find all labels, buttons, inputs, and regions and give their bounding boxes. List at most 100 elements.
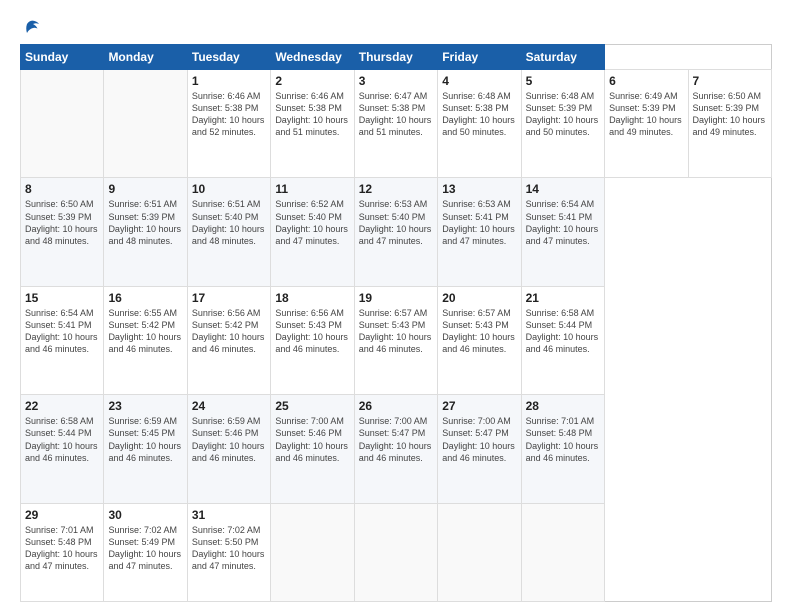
day-header-monday: Monday — [104, 45, 187, 70]
day-detail: Sunrise: 6:56 AMSunset: 5:42 PMDaylight:… — [192, 308, 265, 354]
calendar-cell: 29 Sunrise: 7:01 AMSunset: 5:48 PMDaylig… — [21, 503, 104, 601]
day-number: 19 — [359, 291, 433, 305]
day-number: 22 — [25, 399, 99, 413]
day-number: 20 — [442, 291, 516, 305]
day-number: 11 — [275, 182, 349, 196]
day-detail: Sunrise: 6:57 AMSunset: 5:43 PMDaylight:… — [442, 308, 515, 354]
day-number: 29 — [25, 508, 99, 522]
day-number: 4 — [442, 74, 516, 88]
day-detail: Sunrise: 6:54 AMSunset: 5:41 PMDaylight:… — [25, 308, 98, 354]
calendar-cell — [438, 503, 521, 601]
calendar-cell: 20 Sunrise: 6:57 AMSunset: 5:43 PMDaylig… — [438, 286, 521, 394]
day-detail: Sunrise: 6:55 AMSunset: 5:42 PMDaylight:… — [108, 308, 181, 354]
calendar-cell: 6 Sunrise: 6:49 AMSunset: 5:39 PMDayligh… — [605, 70, 688, 178]
calendar-cell: 1 Sunrise: 6:46 AMSunset: 5:38 PMDayligh… — [187, 70, 270, 178]
day-number: 12 — [359, 182, 433, 196]
calendar-cell — [104, 70, 187, 178]
day-detail: Sunrise: 6:48 AMSunset: 5:39 PMDaylight:… — [526, 91, 599, 137]
logo — [20, 18, 44, 36]
day-header-wednesday: Wednesday — [271, 45, 354, 70]
day-header-friday: Friday — [438, 45, 521, 70]
calendar-cell — [271, 503, 354, 601]
calendar-table: SundayMondayTuesdayWednesdayThursdayFrid… — [20, 44, 772, 602]
day-header-sunday: Sunday — [21, 45, 104, 70]
day-number: 31 — [192, 508, 266, 522]
day-detail: Sunrise: 6:51 AMSunset: 5:39 PMDaylight:… — [108, 199, 181, 245]
day-number: 7 — [693, 74, 768, 88]
day-number: 6 — [609, 74, 683, 88]
calendar-cell: 12 Sunrise: 6:53 AMSunset: 5:40 PMDaylig… — [354, 178, 437, 286]
day-detail: Sunrise: 6:53 AMSunset: 5:40 PMDaylight:… — [359, 199, 432, 245]
day-detail: Sunrise: 6:48 AMSunset: 5:38 PMDaylight:… — [442, 91, 515, 137]
calendar-cell: 28 Sunrise: 7:01 AMSunset: 5:48 PMDaylig… — [521, 395, 604, 503]
calendar-cell: 19 Sunrise: 6:57 AMSunset: 5:43 PMDaylig… — [354, 286, 437, 394]
calendar-week-row: 29 Sunrise: 7:01 AMSunset: 5:48 PMDaylig… — [21, 503, 772, 601]
day-number: 5 — [526, 74, 600, 88]
day-detail: Sunrise: 7:00 AMSunset: 5:46 PMDaylight:… — [275, 416, 348, 462]
day-number: 14 — [526, 182, 600, 196]
calendar-cell: 22 Sunrise: 6:58 AMSunset: 5:44 PMDaylig… — [21, 395, 104, 503]
day-detail: Sunrise: 6:58 AMSunset: 5:44 PMDaylight:… — [25, 416, 98, 462]
day-detail: Sunrise: 6:52 AMSunset: 5:40 PMDaylight:… — [275, 199, 348, 245]
day-detail: Sunrise: 6:58 AMSunset: 5:44 PMDaylight:… — [526, 308, 599, 354]
calendar-cell: 11 Sunrise: 6:52 AMSunset: 5:40 PMDaylig… — [271, 178, 354, 286]
day-number: 17 — [192, 291, 266, 305]
day-detail: Sunrise: 6:47 AMSunset: 5:38 PMDaylight:… — [359, 91, 432, 137]
day-detail: Sunrise: 6:49 AMSunset: 5:39 PMDaylight:… — [609, 91, 682, 137]
calendar-week-row: 22 Sunrise: 6:58 AMSunset: 5:44 PMDaylig… — [21, 395, 772, 503]
day-detail: Sunrise: 6:57 AMSunset: 5:43 PMDaylight:… — [359, 308, 432, 354]
calendar-cell: 16 Sunrise: 6:55 AMSunset: 5:42 PMDaylig… — [104, 286, 187, 394]
day-number: 27 — [442, 399, 516, 413]
calendar-cell: 31 Sunrise: 7:02 AMSunset: 5:50 PMDaylig… — [187, 503, 270, 601]
logo-bird-icon — [24, 18, 42, 36]
day-detail: Sunrise: 6:50 AMSunset: 5:39 PMDaylight:… — [25, 199, 98, 245]
calendar-cell: 26 Sunrise: 7:00 AMSunset: 5:47 PMDaylig… — [354, 395, 437, 503]
calendar-cell: 24 Sunrise: 6:59 AMSunset: 5:46 PMDaylig… — [187, 395, 270, 503]
day-header-saturday: Saturday — [521, 45, 604, 70]
calendar-cell: 3 Sunrise: 6:47 AMSunset: 5:38 PMDayligh… — [354, 70, 437, 178]
day-detail: Sunrise: 7:01 AMSunset: 5:48 PMDaylight:… — [526, 416, 599, 462]
calendar-cell — [354, 503, 437, 601]
calendar-week-row: 8 Sunrise: 6:50 AMSunset: 5:39 PMDayligh… — [21, 178, 772, 286]
day-detail: Sunrise: 6:56 AMSunset: 5:43 PMDaylight:… — [275, 308, 348, 354]
day-detail: Sunrise: 6:51 AMSunset: 5:40 PMDaylight:… — [192, 199, 265, 245]
calendar-cell: 14 Sunrise: 6:54 AMSunset: 5:41 PMDaylig… — [521, 178, 604, 286]
day-number: 25 — [275, 399, 349, 413]
day-number: 13 — [442, 182, 516, 196]
header — [20, 18, 772, 36]
page: SundayMondayTuesdayWednesdayThursdayFrid… — [0, 0, 792, 612]
calendar-cell: 23 Sunrise: 6:59 AMSunset: 5:45 PMDaylig… — [104, 395, 187, 503]
calendar-cell: 15 Sunrise: 6:54 AMSunset: 5:41 PMDaylig… — [21, 286, 104, 394]
calendar-cell: 10 Sunrise: 6:51 AMSunset: 5:40 PMDaylig… — [187, 178, 270, 286]
day-number: 8 — [25, 182, 99, 196]
calendar-week-row: 15 Sunrise: 6:54 AMSunset: 5:41 PMDaylig… — [21, 286, 772, 394]
day-number: 28 — [526, 399, 600, 413]
day-detail: Sunrise: 7:02 AMSunset: 5:50 PMDaylight:… — [192, 525, 265, 571]
calendar-cell: 7 Sunrise: 6:50 AMSunset: 5:39 PMDayligh… — [688, 70, 772, 178]
calendar-week-row: 1 Sunrise: 6:46 AMSunset: 5:38 PMDayligh… — [21, 70, 772, 178]
calendar-cell: 30 Sunrise: 7:02 AMSunset: 5:49 PMDaylig… — [104, 503, 187, 601]
day-detail: Sunrise: 6:53 AMSunset: 5:41 PMDaylight:… — [442, 199, 515, 245]
calendar-cell — [21, 70, 104, 178]
day-number: 2 — [275, 74, 349, 88]
calendar-cell: 8 Sunrise: 6:50 AMSunset: 5:39 PMDayligh… — [21, 178, 104, 286]
day-detail: Sunrise: 7:01 AMSunset: 5:48 PMDaylight:… — [25, 525, 98, 571]
day-detail: Sunrise: 7:00 AMSunset: 5:47 PMDaylight:… — [359, 416, 432, 462]
day-number: 30 — [108, 508, 182, 522]
day-detail: Sunrise: 6:46 AMSunset: 5:38 PMDaylight:… — [192, 91, 265, 137]
day-number: 3 — [359, 74, 433, 88]
day-detail: Sunrise: 6:59 AMSunset: 5:46 PMDaylight:… — [192, 416, 265, 462]
day-detail: Sunrise: 7:00 AMSunset: 5:47 PMDaylight:… — [442, 416, 515, 462]
calendar-cell: 2 Sunrise: 6:46 AMSunset: 5:38 PMDayligh… — [271, 70, 354, 178]
day-number: 26 — [359, 399, 433, 413]
day-number: 24 — [192, 399, 266, 413]
day-detail: Sunrise: 6:54 AMSunset: 5:41 PMDaylight:… — [526, 199, 599, 245]
day-header-thursday: Thursday — [354, 45, 437, 70]
day-number: 1 — [192, 74, 266, 88]
day-number: 9 — [108, 182, 182, 196]
day-detail: Sunrise: 7:02 AMSunset: 5:49 PMDaylight:… — [108, 525, 181, 571]
calendar-cell: 25 Sunrise: 7:00 AMSunset: 5:46 PMDaylig… — [271, 395, 354, 503]
calendar-header-row: SundayMondayTuesdayWednesdayThursdayFrid… — [21, 45, 772, 70]
day-number: 15 — [25, 291, 99, 305]
calendar-cell: 21 Sunrise: 6:58 AMSunset: 5:44 PMDaylig… — [521, 286, 604, 394]
